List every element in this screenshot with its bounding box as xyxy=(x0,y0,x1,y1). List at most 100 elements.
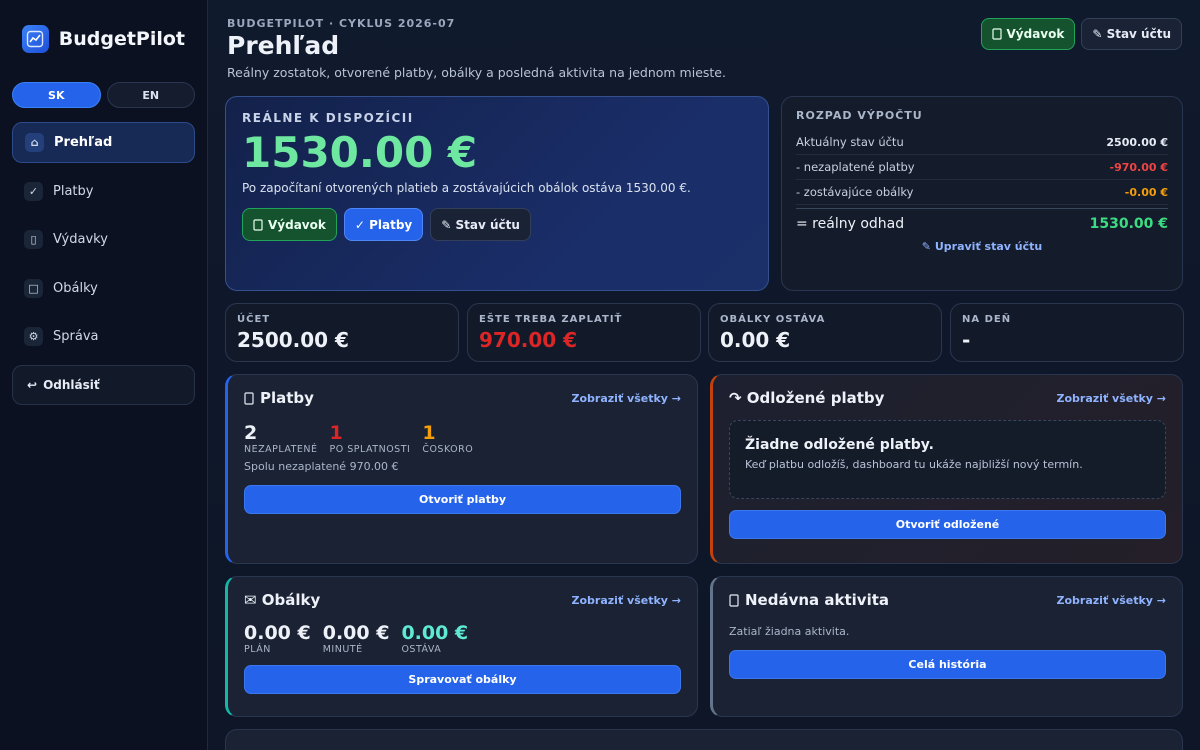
payments-panel: Platby Zobraziť všetky → 2 NEZAPLATENÉ 1… xyxy=(225,374,698,564)
recent-activity-panel: Nedávna aktivita Zobraziť všetky → Zatia… xyxy=(710,576,1183,717)
full-history-button[interactable]: Celá história xyxy=(729,650,1166,679)
calculation-breakdown-card: ROZPAD VÝPOČTU Aktuálny stav účtu 2500.0… xyxy=(781,96,1183,291)
brand-name: BudgetPilot xyxy=(58,28,185,50)
breakdown-row-value: 2500.00 € xyxy=(1106,135,1168,149)
envelope-spent: 0.00 € MINUTÉ xyxy=(323,623,390,655)
check-icon: ✓ xyxy=(24,181,43,201)
sidebar-item-payments[interactable]: ✓ Platby xyxy=(12,171,195,212)
document-icon xyxy=(729,593,739,607)
activity-title-text: Nedávna aktivita xyxy=(745,591,890,609)
count-label: NEZAPLATENÉ xyxy=(244,444,318,455)
brand[interactable]: BudgetPilot xyxy=(12,24,195,54)
activity-view-all-link[interactable]: Zobraziť všetky → xyxy=(1057,594,1166,607)
payments-view-all-link[interactable]: Zobraziť všetky → xyxy=(572,392,681,405)
breakdown-total-label: = reálny odhad xyxy=(796,215,905,232)
add-expense-label: Výdavok xyxy=(1006,27,1065,41)
count-label: ČOSKORO xyxy=(422,444,474,455)
sidebar-item-admin[interactable]: ⚙ Správa xyxy=(12,316,195,357)
sidebar-item-envelopes[interactable]: □ Obálky xyxy=(12,268,195,309)
count-label: OSTÁVA xyxy=(401,644,442,655)
account-balance-button[interactable]: ✎ Stav účtu xyxy=(1081,18,1182,50)
sidebar-item-label: Správa xyxy=(53,329,99,344)
postponed-payments-panel: ↷ Odložené platby Zobraziť všetky → Žiad… xyxy=(710,374,1183,564)
hero-actions: Výdavok ✓ Platby ✎ Stav účtu xyxy=(242,208,752,241)
receipt-icon xyxy=(991,28,1002,40)
count-label: MINUTÉ xyxy=(322,644,363,655)
envelopes-panel: ✉ Obálky Zobraziť všetky → 0.00 € PLÁN 0… xyxy=(225,576,698,717)
add-expense-button[interactable]: Výdavok xyxy=(980,18,1076,50)
stat-account: ÚČET 2500.00 € xyxy=(225,303,459,362)
logout-icon: ↩ xyxy=(27,377,38,392)
envelope-remaining: 0.00 € OSTÁVA xyxy=(401,623,468,655)
payments-total-note: Spolu nezaplatené 970.00 € xyxy=(244,460,399,473)
stat-label: ÚČET xyxy=(237,314,271,325)
lang-en-button[interactable]: EN xyxy=(106,82,195,108)
language-switcher: SK EN xyxy=(12,82,195,108)
stat-label: OBÁLKY OSTÁVA xyxy=(720,314,826,325)
breakdown-title: ROZPAD VÝPOČTU xyxy=(796,109,923,122)
hero-expense-button[interactable]: Výdavok xyxy=(242,208,337,241)
hero-payments-button[interactable]: ✓ Platby xyxy=(343,208,424,241)
panel-head: Nedávna aktivita Zobraziť všetky → xyxy=(729,591,1166,609)
open-postponed-button[interactable]: Otvoriť odložené xyxy=(729,510,1166,539)
stat-value: 2500.00 € xyxy=(237,328,349,352)
panel-head: ✉ Obálky Zobraziť všetky → xyxy=(244,591,681,609)
logout-label: Odhlásiť xyxy=(43,377,100,392)
receipt-icon xyxy=(253,218,263,231)
payments-title-text: Platby xyxy=(260,389,314,407)
receipt-icon: ▯ xyxy=(24,230,43,249)
stat-label: NA DEŇ xyxy=(962,314,1012,325)
panel-head: Platby Zobraziť všetky → xyxy=(244,389,681,407)
panel-head: ↷ Odložené platby Zobraziť všetky → xyxy=(729,389,1166,407)
postponed-view-all-link[interactable]: Zobraziť všetky → xyxy=(1057,392,1166,405)
count-overdue: 1 PO SPLATNOSTI xyxy=(330,423,411,455)
manage-envelopes-button[interactable]: Spravovať obálky xyxy=(244,665,681,694)
available-description: Po započítaní otvorených platieb a zostá… xyxy=(242,181,691,195)
payments-title: Platby xyxy=(244,389,314,407)
stat-label: EŠTE TREBA ZAPLATIŤ xyxy=(479,314,623,325)
breakdown-total-row: = reálny odhad 1530.00 € xyxy=(796,208,1168,238)
card-icon xyxy=(244,391,254,405)
sidebar-item-expenses[interactable]: ▯ Výdavky xyxy=(12,219,195,260)
breakdown-row-label: - zostávajúce obálky xyxy=(796,185,914,199)
count-number: 0.00 € xyxy=(322,622,390,644)
count-number: 0.00 € xyxy=(244,622,311,644)
breakdown-row: - nezaplatené platby -970.00 € xyxy=(796,155,1168,180)
envelopes-counts: 0.00 € PLÁN 0.00 € MINUTÉ 0.00 € OSTÁVA xyxy=(244,623,681,655)
activity-title: Nedávna aktivita xyxy=(729,591,889,609)
stat-envelopes-left: OBÁLKY OSTÁVA 0.00 € xyxy=(708,303,942,362)
count-number: 1 xyxy=(329,422,343,444)
breakdown-total-value: 1530.00 € xyxy=(1089,215,1168,232)
count-label: PO SPLATNOSTI xyxy=(329,444,411,455)
empty-title: Žiadne odložené platby. xyxy=(745,437,934,453)
envelope-icon: □ xyxy=(24,278,43,298)
sidebar-item-label: Obálky xyxy=(53,280,98,296)
stat-per-day: NA DEŇ - xyxy=(950,303,1184,362)
home-icon: ⌂ xyxy=(25,133,44,152)
count-number: 2 xyxy=(244,422,258,444)
count-number: 1 xyxy=(422,422,436,444)
hero-balance-button[interactable]: ✎ Stav účtu xyxy=(430,208,531,241)
logout-button[interactable]: ↩ Odhlásiť xyxy=(12,364,195,405)
envelopes-view-all-link[interactable]: Zobraziť všetky → xyxy=(572,594,681,607)
stat-value: - xyxy=(962,328,971,352)
sidebar: BudgetPilot SK EN ⌂ Prehľad ✓ Platby ▯ V… xyxy=(0,0,208,750)
open-payments-button[interactable]: Otvoriť platby xyxy=(244,485,681,514)
page-title: Prehľad xyxy=(227,31,340,60)
stat-to-pay: EŠTE TREBA ZAPLATIŤ 970.00 € xyxy=(467,303,701,362)
empty-subtitle: Keď platbu odložíš, dashboard tu ukáže n… xyxy=(745,458,1083,471)
chart-trend-icon xyxy=(22,25,49,53)
hero-expense-label: Výdavok xyxy=(268,217,326,232)
edit-balance-link[interactable]: ✎ Upraviť stav účtu xyxy=(796,240,1168,253)
page-subtitle: Reálny zostatok, otvorené platby, obálky… xyxy=(227,65,726,80)
stat-value: 0.00 € xyxy=(720,328,791,352)
available-balance-card: REÁLNE K DISPOZÍCII 1530.00 € Po započít… xyxy=(225,96,769,291)
breakdown-row: - zostávajúce obálky -0.00 € xyxy=(796,180,1168,205)
breakdown-row-value: -0.00 € xyxy=(1124,185,1168,199)
breakdown-row: Aktuálny stav účtu 2500.00 € xyxy=(796,130,1168,155)
sidebar-item-overview[interactable]: ⌂ Prehľad xyxy=(12,122,195,163)
top-actions: Výdavok ✎ Stav účtu xyxy=(980,18,1182,50)
lang-sk-button[interactable]: SK xyxy=(12,82,101,108)
stat-value: 970.00 € xyxy=(479,328,578,352)
sidebar-item-label: Platby xyxy=(53,183,94,199)
